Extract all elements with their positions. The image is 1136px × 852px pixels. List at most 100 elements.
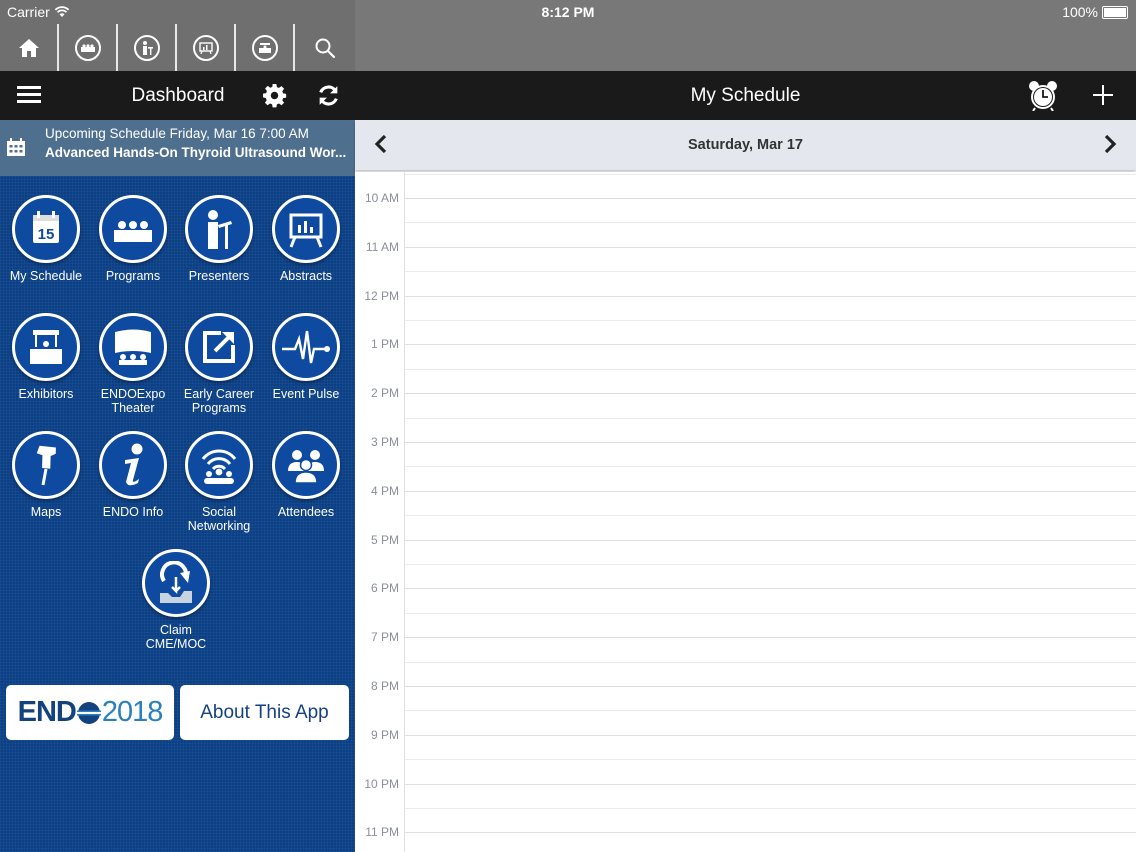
about-this-app-button[interactable]: About This App	[180, 685, 349, 740]
tile-event-pulse[interactable]: Event Pulse	[263, 313, 349, 401]
hour-label: 10 PM	[364, 776, 399, 791]
globe-icon	[76, 701, 101, 724]
quick-toolbar	[0, 24, 355, 71]
upcoming-schedule-banner[interactable]: Upcoming Schedule Friday, Mar 16 7:00 AM…	[0, 120, 355, 176]
half-hour-line	[405, 710, 1136, 712]
tile-claim-cme-moc[interactable]: Claim CME/MOC	[133, 549, 219, 651]
tile-exhibitors[interactable]: Exhibitors	[3, 313, 89, 401]
tile-social-networking[interactable]: Social Networking	[176, 431, 262, 533]
hour-label: 12 PM	[364, 288, 399, 303]
schedule-date: Saturday, Mar 17	[688, 137, 803, 153]
exhibitor-booth-icon	[12, 313, 80, 381]
pulse-icon	[272, 313, 340, 381]
half-hour-line	[405, 661, 1136, 663]
hour-label: 1 PM	[370, 337, 399, 352]
pushpin-icon	[12, 431, 80, 499]
tile-label: ENDOExpo Theater	[100, 387, 166, 415]
hour-line	[405, 490, 1136, 492]
dashboard-header: Dashboard	[0, 71, 355, 120]
toolbar-exhibitors-button[interactable]	[236, 24, 295, 71]
half-hour-line	[405, 368, 1136, 370]
half-hour-line	[405, 515, 1136, 517]
half-hour-line	[405, 808, 1136, 809]
refresh-icon[interactable]	[316, 83, 341, 108]
hour-line	[405, 344, 1136, 346]
half-hour-line	[405, 320, 1136, 321]
tile-my-schedule[interactable]: 15 My Schedule	[3, 195, 89, 283]
endo2018-logo-button[interactable]: END 2018	[6, 685, 174, 740]
add-icon[interactable]	[1092, 84, 1114, 106]
half-hour-line	[405, 271, 1136, 273]
hour-label: 11 PM	[365, 825, 399, 840]
half-hour-line	[405, 417, 1136, 419]
toolbar-programs-button[interactable]	[59, 24, 118, 71]
tile-label: Maps	[30, 505, 62, 519]
presenter-icon	[185, 195, 253, 263]
hour-label: 8 PM	[370, 679, 399, 693]
schedule-date-bar: Saturday, Mar 17	[355, 120, 1136, 170]
half-hour-line	[405, 759, 1136, 761]
alarm-clock-icon[interactable]	[1027, 80, 1059, 111]
hour-line	[405, 637, 1136, 639]
tile-endoexpo-theater[interactable]: ENDOExpo Theater	[90, 313, 176, 415]
calendar-15-icon: 15	[12, 195, 80, 263]
half-hour-line	[405, 466, 1136, 468]
tile-label: My Schedule	[9, 269, 83, 283]
hour-line	[405, 442, 1136, 443]
hour-label: 3 PM	[370, 435, 399, 449]
endo2018-logo: END 2018	[17, 696, 164, 729]
endo-logo-text: END	[17, 696, 77, 728]
tile-label: Programs	[105, 269, 161, 283]
schedule-title: My Schedule	[690, 85, 801, 106]
time-gutter-divider	[404, 172, 405, 852]
battery-label: 100%	[1062, 4, 1098, 20]
dashboard-title: Dashboard	[131, 85, 225, 106]
tile-label: Event Pulse	[272, 387, 340, 401]
toolbar-presenters-button[interactable]	[118, 24, 177, 71]
hour-line	[405, 393, 1136, 395]
next-day-icon[interactable]	[1102, 133, 1118, 155]
tile-attendees[interactable]: Attendees	[263, 431, 349, 519]
half-hour-line	[405, 612, 1136, 614]
tile-label: ENDO Info	[102, 505, 164, 519]
tile-endo-info[interactable]: ENDO Info	[90, 431, 176, 519]
programs-icon	[99, 195, 167, 263]
tile-presenters[interactable]: Presenters	[176, 195, 262, 283]
gear-icon[interactable]	[262, 83, 287, 108]
upcoming-session-title: Advanced Hands-On Thyroid Ultrasound Wor…	[45, 145, 347, 160]
schedule-header: My Schedule	[355, 71, 1136, 120]
tile-maps[interactable]: Maps	[3, 431, 89, 519]
half-hour-line	[405, 564, 1136, 565]
social-icon	[185, 431, 253, 499]
upcoming-datetime: Upcoming Schedule Friday, Mar 16 7:00 AM	[45, 126, 309, 141]
abstracts-icon	[192, 34, 219, 61]
svg-text:15: 15	[38, 226, 55, 243]
tile-label: Claim CME/MOC	[145, 623, 207, 651]
half-hour-line	[405, 173, 1136, 175]
info-icon	[99, 431, 167, 499]
hour-line	[405, 734, 1136, 736]
toolbar-search-button[interactable]	[295, 24, 354, 71]
hour-line	[405, 539, 1136, 541]
presenter-icon	[133, 34, 160, 61]
battery: 100%	[1062, 4, 1128, 20]
toolbar-abstracts-button[interactable]	[177, 24, 236, 71]
home-icon	[18, 38, 39, 57]
tile-programs[interactable]: Programs	[90, 195, 176, 283]
hour-line	[405, 588, 1136, 590]
hour-line	[405, 832, 1136, 834]
search-icon	[315, 38, 335, 58]
schedule-day-grid[interactable]: 10 AM 11 AM 12 PM 1 PM 2 PM 3 PM 4 PM 5 PM 6 PM 7…	[355, 172, 1136, 852]
hour-label: 9 PM	[370, 727, 399, 742]
status-time: 8:12 PM	[541, 4, 595, 20]
tile-label: Early Career Programs	[183, 387, 255, 415]
tile-early-career-programs[interactable]: Early Career Programs	[176, 313, 262, 415]
menu-icon[interactable]	[17, 85, 41, 105]
hour-label: 6 PM	[370, 581, 399, 596]
tile-label: Exhibitors	[18, 387, 74, 401]
toolbar-home-button[interactable]	[0, 24, 59, 71]
status-bar: Carrier 8:12 PM 100%	[0, 0, 1136, 71]
tile-abstracts[interactable]: Abstracts	[263, 195, 349, 283]
attendees-icon	[272, 431, 340, 499]
tile-label: Presenters	[188, 269, 250, 283]
